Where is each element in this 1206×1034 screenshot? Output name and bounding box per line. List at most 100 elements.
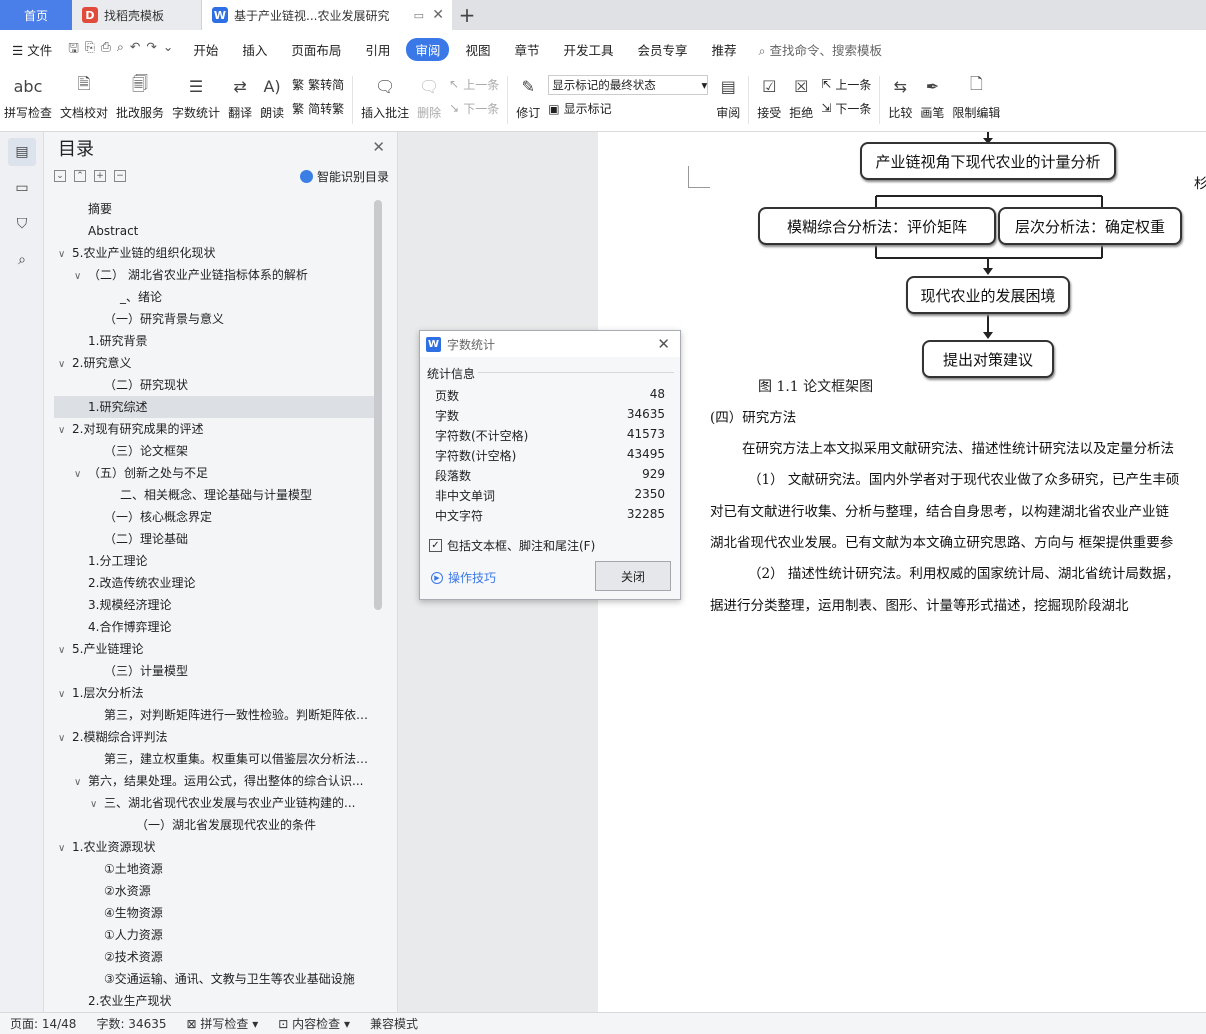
- chevron-down-icon[interactable]: ∨: [58, 838, 72, 858]
- preview-icon[interactable]: ⌕: [117, 39, 124, 60]
- reject-button[interactable]: ☒ 拒绝: [785, 68, 817, 132]
- spell-check-status[interactable]: ⊠ 拼写检查 ▾: [177, 1015, 269, 1032]
- expand-all-icon[interactable]: ⌄: [54, 170, 66, 182]
- toc-item[interactable]: 摘要: [54, 198, 374, 220]
- prev-change-button[interactable]: ⇱ 上一条: [821, 76, 871, 93]
- markup-select[interactable]: 显示标记的最终状态 ▾: [548, 74, 709, 95]
- toc-item[interactable]: （一）核心概念界定: [54, 506, 374, 528]
- collapse-all-icon[interactable]: ⌃: [74, 170, 86, 182]
- close-panel-icon[interactable]: ✕: [372, 138, 385, 156]
- chevron-down-icon[interactable]: ∨: [90, 794, 104, 814]
- toc-item[interactable]: ∨ 2.对现有研究成果的评述: [54, 418, 374, 440]
- toc-item[interactable]: ②技术资源: [54, 946, 374, 968]
- new-tab-button[interactable]: +: [452, 0, 482, 30]
- document-page[interactable]: 产业链视角下现代农业的计量分析 模糊综合分析法：评价矩阵 层次分析法：确定权重 …: [598, 132, 1206, 1012]
- tab-template[interactable]: D 找稻壳模板: [72, 0, 202, 30]
- toc-item[interactable]: 1.分工理论: [54, 550, 374, 572]
- menu-section[interactable]: 章节: [502, 40, 551, 59]
- chevron-down-icon[interactable]: ∨: [58, 640, 72, 660]
- tips-link[interactable]: ▶ 操作技巧: [431, 569, 496, 586]
- menu-start[interactable]: 开始: [181, 40, 230, 59]
- menu-member[interactable]: 会员专享: [625, 40, 699, 59]
- toc-item[interactable]: ∨ （五）创新之处与不足: [54, 462, 374, 484]
- print-icon[interactable]: ⎙: [101, 39, 111, 60]
- next-change-button[interactable]: ⇲ 下一条: [821, 100, 871, 117]
- tab-document[interactable]: W 基于产业链视...农业发展研究 ▭ ✕: [202, 0, 452, 30]
- toc-item[interactable]: （三）计量模型: [54, 660, 374, 682]
- export-icon[interactable]: ⎘: [85, 39, 95, 60]
- save-icon[interactable]: 🖫: [68, 39, 79, 60]
- toc-scrollbar[interactable]: [374, 200, 382, 610]
- smart-toc-button[interactable]: 智能识别目录: [299, 168, 389, 185]
- chevron-down-icon[interactable]: ∨: [58, 354, 72, 374]
- word-count-button[interactable]: ☰ 字数统计: [168, 68, 224, 132]
- undo-icon[interactable]: ↶: [130, 39, 140, 60]
- menu-view[interactable]: 视图: [453, 40, 502, 59]
- toc-item[interactable]: （二）研究现状: [54, 374, 374, 396]
- next-comment-button[interactable]: ↘ 下一条: [449, 100, 499, 117]
- file-menu[interactable]: ☰ 文件: [0, 40, 64, 59]
- toc-item[interactable]: ∨ （二） 湖北省农业产业链指标体系的解析: [54, 264, 374, 286]
- dialog-close-icon[interactable]: ✕: [657, 335, 670, 353]
- toc-item[interactable]: ∨ 三、湖北省现代农业发展与农业产业链构建的...: [54, 792, 374, 814]
- chapter-icon[interactable]: ▭: [8, 174, 36, 202]
- toc-item[interactable]: ①人力资源: [54, 924, 374, 946]
- toc-item[interactable]: ∨ 2.研究意义: [54, 352, 374, 374]
- close-button[interactable]: 关闭: [595, 561, 671, 591]
- include-textbox-checkbox[interactable]: ✓ 包括文本框、脚注和尾注(F): [429, 537, 595, 554]
- word-count-indicator[interactable]: 字数: 34635: [86, 1015, 176, 1032]
- toc-item[interactable]: 二、相关概念、理论基础与计量模型: [54, 484, 374, 506]
- menu-reference[interactable]: 引用: [353, 40, 402, 59]
- delete-comment-button[interactable]: 🗨 删除: [413, 68, 445, 132]
- toc-item[interactable]: 4.合作博弈理论: [54, 616, 374, 638]
- toc-item[interactable]: _、绪论: [54, 286, 374, 308]
- close-tab-icon[interactable]: ✕: [432, 7, 444, 23]
- toc-item[interactable]: 2.农业生产现状: [54, 990, 374, 1012]
- translate-button[interactable]: ⇄ 翻译: [224, 68, 256, 132]
- toc-item[interactable]: ③交通运输、通讯、文教与卫生等农业基础设施: [54, 968, 374, 990]
- chevron-down-icon[interactable]: ∨: [58, 420, 72, 440]
- track-changes-button[interactable]: ✎ 修订: [512, 68, 544, 132]
- toc-item[interactable]: ∨ 5.农业产业链的组织化现状: [54, 242, 374, 264]
- toc-panel-icon[interactable]: ▤: [8, 138, 36, 166]
- tab-home[interactable]: 首页: [0, 0, 72, 30]
- simp-to-trad-button[interactable]: 繁简转繁: [292, 100, 344, 117]
- toc-item[interactable]: （一）湖北省发展现代农业的条件: [54, 814, 374, 836]
- revise-service-button[interactable]: 🗐 批改服务: [112, 68, 168, 132]
- chevron-down-icon[interactable]: ∨: [74, 464, 88, 484]
- trad-to-simp-button[interactable]: 繁繁转简: [292, 76, 344, 93]
- toc-item[interactable]: （一）研究背景与意义: [54, 308, 374, 330]
- read-aloud-button[interactable]: A) 朗读: [256, 68, 288, 132]
- spell-check-button[interactable]: abc 拼写检查: [0, 68, 56, 132]
- pen-button[interactable]: ✒ 画笔: [916, 68, 948, 132]
- compare-button[interactable]: ⇆ 比较: [884, 68, 916, 132]
- toc-item[interactable]: Abstract: [54, 220, 374, 242]
- more-icon[interactable]: ⌄: [163, 39, 173, 60]
- chevron-down-icon[interactable]: ∨: [74, 772, 88, 792]
- toc-item[interactable]: 第三，对判断矩阵进行一致性检验。判断矩阵依据...: [54, 704, 374, 726]
- restrict-edit-button[interactable]: 🗋 限制编辑: [948, 68, 1004, 132]
- toc-item[interactable]: ②水资源: [54, 880, 374, 902]
- toc-item[interactable]: ∨ 第六，结果处理。运用公式，得出整体的综合认识...: [54, 770, 374, 792]
- content-check-status[interactable]: ⊡ 内容检查 ▾: [268, 1015, 360, 1032]
- menu-review[interactable]: 审阅: [406, 37, 450, 61]
- chevron-down-icon[interactable]: ∨: [58, 728, 72, 748]
- page-indicator[interactable]: 页面: 14/48: [0, 1015, 86, 1032]
- redo-icon[interactable]: ↷: [146, 39, 156, 60]
- insert-comment-button[interactable]: 🗨 插入批注: [357, 68, 413, 132]
- find-icon[interactable]: ⌕: [8, 246, 36, 274]
- menu-insert[interactable]: 插入: [230, 40, 279, 59]
- accept-button[interactable]: ☑ 接受: [753, 68, 785, 132]
- command-search[interactable]: ⌕ 查找命令、搜索模板: [759, 40, 883, 59]
- add-heading-icon[interactable]: +: [94, 170, 106, 182]
- toc-item[interactable]: （三）论文框架: [54, 440, 374, 462]
- show-markup-button[interactable]: ▣ 显示标记: [548, 100, 708, 117]
- toc-item[interactable]: （二）理论基础: [54, 528, 374, 550]
- remove-heading-icon[interactable]: −: [114, 170, 126, 182]
- pin-icon[interactable]: ▭: [414, 9, 424, 22]
- toc-item[interactable]: 1.研究背景: [54, 330, 374, 352]
- toc-item[interactable]: 1.研究综述: [54, 396, 374, 418]
- toc-item[interactable]: ∨ 5.产业链理论: [54, 638, 374, 660]
- toc-item[interactable]: 2.改造传统农业理论: [54, 572, 374, 594]
- toc-item[interactable]: ∨ 1.农业资源现状: [54, 836, 374, 858]
